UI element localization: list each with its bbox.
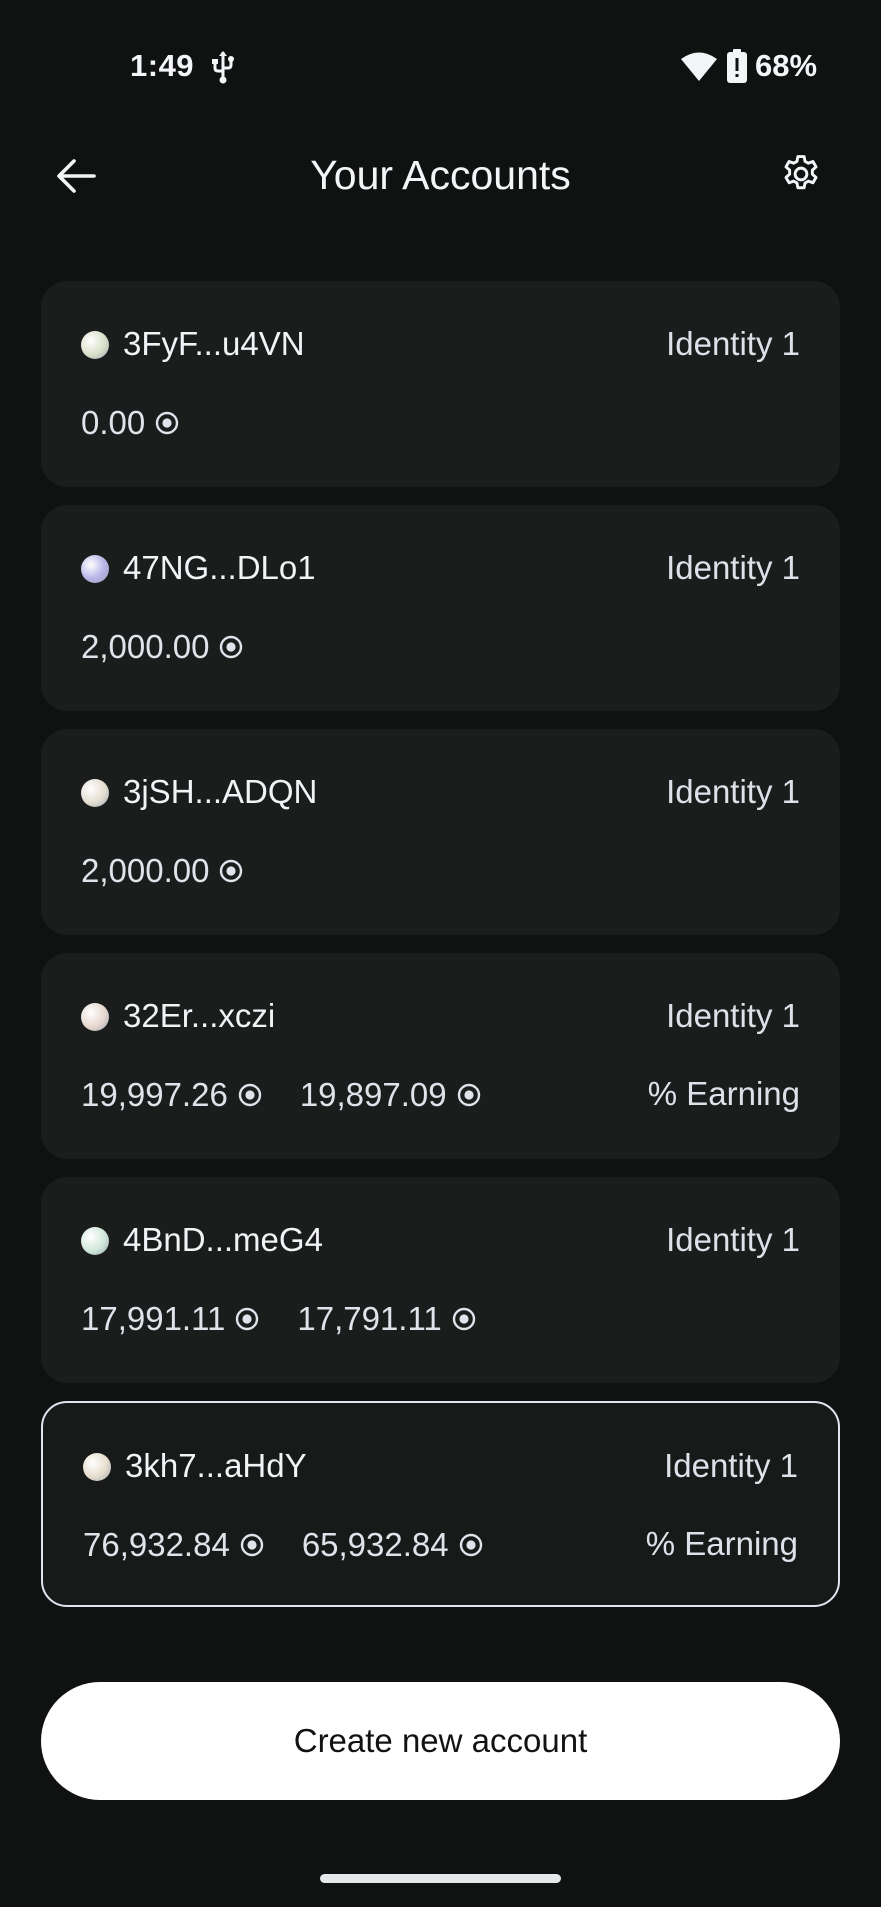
account-card[interactable]: 47NG...DLo1 Identity 1 2,000.00: [41, 505, 840, 711]
battery-icon: [727, 49, 747, 83]
balance-row: 2,000.00: [81, 627, 281, 667]
account-balance: 19,897.09: [300, 1076, 481, 1114]
wifi-icon: [681, 52, 717, 81]
account-identity: Identity 1: [666, 1221, 800, 1258]
gear-icon: [784, 155, 818, 190]
account-card[interactable]: 3kh7...aHdY Identity 1 76,932.84 65,932.84%…: [41, 1401, 840, 1607]
token-coin-icon: [156, 411, 179, 435]
accounts-screen: 1:49 68% Your Accounts 3FyF...u4VN Ident…: [0, 0, 881, 1907]
account-avatar: [81, 1003, 109, 1031]
earning-label: % Earning: [645, 1525, 798, 1562]
status-bar: 1:49 68%: [0, 0, 881, 130]
account-address: 4BnD...meG4: [123, 1221, 323, 1258]
token-coin-icon: [220, 635, 243, 659]
balance-value: 19,897.09: [299, 1076, 447, 1113]
account-balance: 65,932.84: [302, 1526, 483, 1564]
balance-value: 0.00: [81, 404, 146, 441]
balance-row: 19,997.26 19,897.09: [81, 1075, 519, 1115]
token-coin-icon: [240, 1533, 264, 1557]
account-address: 32Er...xczi: [123, 997, 276, 1034]
account-balance: 2,000.00: [81, 852, 243, 890]
balance-value: 2,000.00: [81, 852, 210, 889]
account-balance: 2,000.00: [81, 628, 243, 666]
account-address: 3jSH...ADQN: [123, 773, 318, 810]
battery-percentage: 68%: [755, 48, 818, 83]
token-coin-icon: [236, 1307, 259, 1331]
home-indicator[interactable]: [320, 1874, 561, 1883]
page-title: Your Accounts: [310, 152, 571, 198]
account-identity: Identity 1: [666, 549, 800, 586]
account-address: 3FyF...u4VN: [123, 325, 305, 362]
balance-value: 65,932.84: [301, 1526, 449, 1563]
account-address: 47NG...DLo1: [123, 549, 316, 586]
balance-value: 17,991.11: [81, 1300, 226, 1337]
account-identity: Identity 1: [664, 1447, 798, 1484]
account-avatar: [81, 555, 109, 583]
settings-button[interactable]: [776, 149, 826, 199]
balance-value: 76,932.84: [83, 1526, 230, 1563]
account-identity: Identity 1: [666, 325, 800, 362]
token-coin-icon: [457, 1083, 480, 1107]
account-list: 3FyF...u4VN Identity 1 0.00 47NG...DLo1 Iden…: [41, 281, 840, 1625]
balance-row: 17,991.11 17,791.11: [81, 1299, 514, 1339]
account-avatar: [81, 779, 109, 807]
account-balance: 19,997.26: [81, 1076, 262, 1114]
usb-icon: [212, 51, 234, 84]
account-card[interactable]: 3FyF...u4VN Identity 1 0.00: [41, 281, 840, 487]
balance-value: 19,997.26: [81, 1076, 228, 1113]
account-avatar: [83, 1453, 111, 1481]
account-avatar: [81, 1227, 109, 1255]
balance-row: 0.00: [81, 403, 217, 443]
account-identity: Identity 1: [666, 773, 800, 810]
account-balance: 76,932.84: [83, 1526, 264, 1564]
earning-label: % Earning: [647, 1075, 800, 1112]
token-coin-icon: [220, 859, 243, 883]
account-balance: 0.00: [81, 404, 179, 442]
balance-row: 76,932.84 65,932.84: [83, 1525, 521, 1565]
token-coin-icon: [459, 1533, 482, 1557]
balance-row: 2,000.00: [81, 851, 281, 891]
account-card[interactable]: 3jSH...ADQN Identity 1 2,000.00: [41, 729, 840, 935]
account-avatar: [81, 331, 109, 359]
header: Your Accounts: [0, 130, 881, 220]
balance-value: 17,791.11: [297, 1300, 442, 1337]
account-card[interactable]: 32Er...xczi Identity 1 19,997.26 19,897.09%…: [41, 953, 840, 1159]
account-identity: Identity 1: [666, 997, 800, 1034]
balance-value: 2,000.00: [81, 628, 210, 665]
account-balance: 17,991.11: [81, 1300, 259, 1338]
account-balance: 17,791.11: [297, 1300, 475, 1338]
account-card[interactable]: 4BnD...meG4 Identity 1 17,991.11 17,791.11: [41, 1177, 840, 1383]
token-coin-icon: [452, 1307, 475, 1331]
status-time: 1:49: [130, 48, 195, 83]
token-coin-icon: [238, 1083, 262, 1107]
account-address: 3kh7...aHdY: [125, 1447, 307, 1484]
create-account-button[interactable]: Create new account: [41, 1682, 840, 1800]
